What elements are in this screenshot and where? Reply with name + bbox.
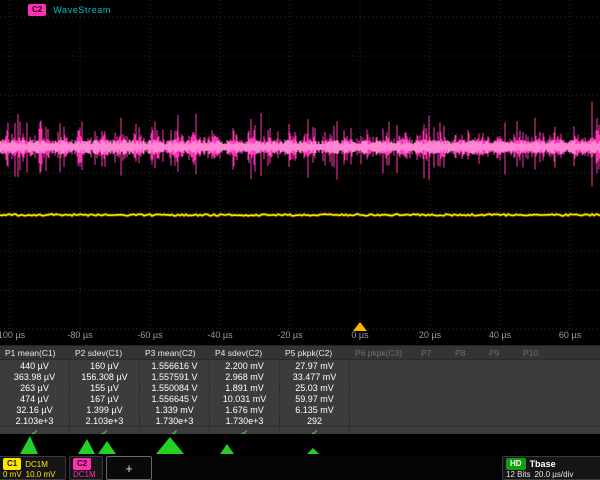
c1-offset-value: 0 mV (3, 470, 22, 479)
meas-value: 167 µV (70, 394, 140, 404)
add-trace-button[interactable]: + (106, 456, 152, 480)
meas-row: 2.103e+32.103e+31.730e+31.730e+3292 (0, 415, 600, 426)
histicon[interactable] (140, 434, 210, 455)
channel-descriptor-c1[interactable]: C1 DC1M 0 mV 10.0 mV (0, 456, 66, 480)
hd-bits-label: 12 Bits (506, 470, 530, 479)
meas-value: 27.97 mV (280, 361, 350, 371)
meas-value: 474 µV (0, 394, 70, 404)
meas-value: 440 µV (0, 361, 70, 371)
meas-value: 1.556616 V (140, 361, 210, 371)
meas-value: 263 µV (0, 383, 70, 393)
meas-value: 1.730e+3 (140, 416, 210, 426)
meas-value: 1.556645 V (140, 394, 210, 404)
measurement-table: P1 mean(C1)P2 sdev(C1)P3 mean(C2)P4 sdev… (0, 345, 600, 439)
time-axis-label: -100 µs (0, 330, 25, 340)
meas-value: 1.891 mV (210, 383, 280, 393)
time-axis-label: 0 µs (351, 330, 368, 340)
meas-param-label: P8 (450, 348, 484, 358)
meas-value: 292 (280, 416, 350, 426)
meas-row: 263 µV155 µV1.550084 V1.891 mV25.03 mV (0, 382, 600, 393)
waveform-display[interactable]: C2 WaveStream -100 µs-80 µs-60 µs-40 µs-… (0, 0, 600, 345)
meas-param-label[interactable]: P5 pkpk(C2) (280, 348, 350, 358)
meas-value: 32.16 µV (0, 405, 70, 415)
bottom-bar-spacer (155, 456, 499, 480)
timebase-label: Tbase (530, 459, 556, 469)
meas-param-label: P7 (416, 348, 450, 358)
histicon-shape (156, 437, 184, 454)
histicon[interactable] (280, 434, 350, 455)
timebase-scale-value: 20.0 µs/div (534, 470, 573, 479)
time-axis-label: -80 µs (67, 330, 92, 340)
meas-param-label: P10 (518, 348, 552, 358)
meas-value: 2.103e+3 (70, 416, 140, 426)
time-axis-label: -20 µs (277, 330, 302, 340)
meas-param-label[interactable]: P3 mean(C2) (140, 348, 210, 358)
trigger-source-badge: C2 (28, 4, 46, 16)
c1-channel-chip[interactable]: C1 (3, 458, 21, 470)
meas-value: 2.103e+3 (0, 416, 70, 426)
meas-row: 440 µV160 µV1.556616 V2.200 mV27.97 mV (0, 360, 600, 371)
meas-value: 33.477 mV (280, 372, 350, 382)
measurement-statistics-rows: 440 µV160 µV1.556616 V2.200 mV27.97 mV36… (0, 360, 600, 426)
meas-row: 474 µV167 µV1.556645 V10.031 mV59.97 mV (0, 393, 600, 404)
meas-value: 155 µV (70, 383, 140, 393)
meas-value: 1.557591 V (140, 372, 210, 382)
timebase-descriptor[interactable]: HD Tbase 12 Bits 20.0 µs/div (502, 456, 600, 480)
measurement-histicons (0, 434, 600, 455)
meas-value: 10.031 mV (210, 394, 280, 404)
bottom-bar: C1 DC1M 0 mV 10.0 mV C2 DC1M + HD Tbase (0, 455, 600, 480)
meas-value: 2.200 mV (210, 361, 280, 371)
histicon-shape (220, 444, 234, 454)
acquisition-mode-label: WaveStream (53, 5, 111, 15)
meas-param-label: P9 (484, 348, 518, 358)
histicon[interactable] (0, 434, 70, 455)
meas-value: 160 µV (70, 361, 140, 371)
hd-mode-badge: HD (506, 458, 526, 470)
time-axis: -100 µs -80 µs -60 µs -40 µs -20 µs 0 µs 20 µs… (0, 328, 600, 343)
meas-param-label[interactable]: P1 mean(C1) (0, 348, 70, 358)
c2-channel-chip[interactable]: C2 (73, 458, 91, 470)
meas-value: 1.399 µV (70, 405, 140, 415)
channel-descriptor-c2[interactable]: C2 DC1M (69, 456, 103, 480)
c1-scale-value: 10.0 mV (26, 470, 56, 479)
waveform-graticule (0, 0, 600, 345)
meas-row: 363.98 µV156.308 µV1.557591 V2.968 mV33.… (0, 371, 600, 382)
meas-value: 363.98 µV (0, 372, 70, 382)
meas-param-label[interactable]: P4 sdev(C2) (210, 348, 280, 358)
time-axis-label: -60 µs (137, 330, 162, 340)
meas-value: 25.03 mV (280, 383, 350, 393)
c1-coupling-label: DC1M (25, 460, 48, 469)
time-axis-label: -40 µs (207, 330, 232, 340)
measurement-header-row: P1 mean(C1)P2 sdev(C1)P3 mean(C2)P4 sdev… (0, 346, 600, 360)
c2-coupling-label: DC1M (73, 470, 96, 479)
meas-value: 156.308 µV (70, 372, 140, 382)
histicon[interactable] (70, 434, 140, 455)
meas-value: 59.97 mV (280, 394, 350, 404)
oscilloscope-screen: C2 WaveStream -100 µs-80 µs-60 µs-40 µs-… (0, 0, 600, 480)
histicon[interactable] (210, 434, 280, 455)
status-badges: C2 WaveStream (28, 4, 111, 16)
histicon-shape (307, 448, 319, 454)
meas-row: 32.16 µV1.399 µV1.339 mV1.676 mV6.135 mV (0, 404, 600, 415)
meas-value: 1.676 mV (210, 405, 280, 415)
meas-value: 1.550084 V (140, 383, 210, 393)
time-axis-label: 40 µs (489, 330, 511, 340)
meas-value: 6.135 mV (280, 405, 350, 415)
meas-param-label[interactable]: P2 sdev(C1) (70, 348, 140, 358)
meas-value: 2.968 mV (210, 372, 280, 382)
time-axis-label: 20 µs (419, 330, 441, 340)
histicon-shape (78, 439, 116, 454)
time-axis-label: 60 µs (559, 330, 581, 340)
meas-value: 1.339 mV (140, 405, 210, 415)
meas-param-label: P6 pkpk(C3) (350, 348, 416, 358)
meas-value: 1.730e+3 (210, 416, 280, 426)
histicon-shape (20, 436, 38, 454)
